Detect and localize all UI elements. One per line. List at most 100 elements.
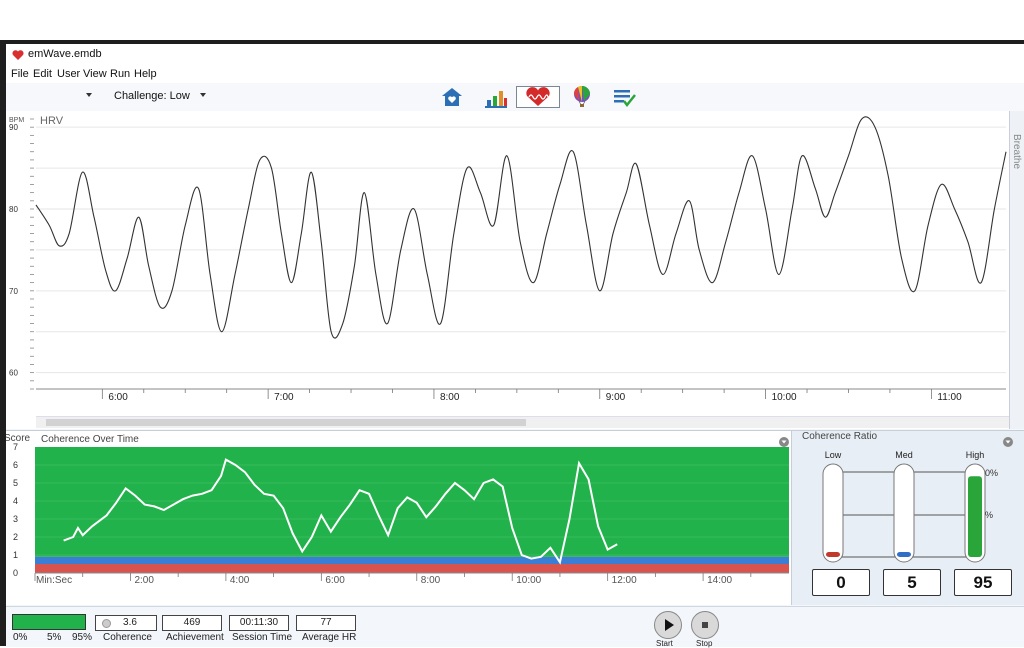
low-ratio-value: 0 <box>812 569 870 596</box>
med-thermometer <box>893 463 915 563</box>
bar-label-5: 5% <box>47 632 62 643</box>
coherence-xtick-label: Min:Sec <box>36 575 72 586</box>
stop-button[interactable] <box>691 611 719 639</box>
thermometer-tube <box>893 463 915 563</box>
coherence-panel: Score Coherence Over Time 7 6 5 4 3 2 1 0 Min:S… <box>4 430 791 605</box>
scrollbar-thumb[interactable] <box>46 419 526 426</box>
hrv-xtick-label: 9:00 <box>606 392 626 403</box>
session-time-label: Session Time <box>232 632 293 643</box>
ratio-high-label: High <box>966 450 985 460</box>
status-dot-icon <box>102 619 111 628</box>
average-hr-field: 77 <box>296 615 356 631</box>
chart-icon <box>485 91 507 108</box>
checklist-icon <box>614 90 636 108</box>
games-button[interactable] <box>564 85 600 109</box>
hrv-ytick-label: 80 <box>9 205 18 214</box>
hrv-xtick-label: 7:00 <box>274 392 294 403</box>
chevron-down-icon <box>200 93 206 97</box>
menu-bar: File Edit User View Run Help <box>6 66 1024 83</box>
coherence-xtick-label: 8:00 <box>421 575 441 586</box>
challenge-value: Challenge: Low <box>114 90 190 102</box>
coherence-zone <box>35 564 789 573</box>
home-icon <box>442 88 462 106</box>
menu-user[interactable]: User <box>57 68 80 80</box>
coherence-ratio-panel: Coherence Ratio 100% 50% 0 Low Med High … <box>791 430 1024 605</box>
ratio-med-label: Med <box>895 450 913 460</box>
menu-run[interactable]: Run <box>110 68 130 80</box>
toolbar: Challenge: Low <box>6 83 1024 112</box>
coherence-xtick-label: 14:00 <box>707 575 732 586</box>
hrv-scrollbar[interactable] <box>36 416 1009 428</box>
menu-file[interactable]: File <box>11 68 29 80</box>
coherence-ylabel: Score <box>6 433 31 444</box>
med-ratio-value: 5 <box>883 569 941 596</box>
coherence-xtick-label: 2:00 <box>134 575 154 586</box>
bar-label-0: 0% <box>13 632 28 643</box>
coherence-ytick-label: 2 <box>13 532 18 542</box>
achievement-field: 469 <box>162 615 222 631</box>
coherence-progress-bar <box>12 614 86 630</box>
average-hr-label: Average HR <box>302 632 357 643</box>
user-dropdown[interactable] <box>8 88 96 105</box>
hrv-ytick-label: 60 <box>9 369 18 378</box>
hrv-xtick-label: 11:00 <box>937 392 962 403</box>
breathe-label: Breathe <box>1011 134 1022 170</box>
start-button[interactable] <box>654 611 682 639</box>
hrv-chart: BPM HRV 90807060 6:00 7:00 8:00 9:00 10:00 11… <box>9 115 1007 403</box>
low-thermometer <box>822 463 844 563</box>
coherence-ytick-label: 0 <box>13 568 18 578</box>
coherence-ytick-label: 1 <box>13 550 18 560</box>
coherence-title: Coherence Over Time <box>41 434 139 445</box>
thermometer-tube <box>822 463 844 563</box>
ratio-title: Coherence Ratio <box>802 431 877 442</box>
coherence-ytick-label: 4 <box>13 496 18 506</box>
chevron-down-icon <box>86 93 92 97</box>
hrv-ytick-label: 70 <box>9 287 18 296</box>
menu-edit[interactable]: Edit <box>33 68 52 80</box>
app-window: emWave.emdb File Edit User View Run Help… <box>4 44 1024 648</box>
coherence-value: 3.6 <box>123 617 137 628</box>
coherence-label: Coherence <box>103 632 152 643</box>
coherence-field: 3.6 <box>95 615 157 631</box>
ratio-low-label: Low <box>825 450 842 460</box>
bar-label-95: 95% <box>72 632 93 643</box>
achievement-label: Achievement <box>166 632 224 643</box>
checklist-button[interactable] <box>606 85 642 109</box>
coherence-xtick-label: 12:00 <box>612 575 637 586</box>
menu-view[interactable]: View <box>83 68 107 80</box>
start-label: Start <box>656 639 673 648</box>
coherence-xtick-label: 4:00 <box>230 575 250 586</box>
coherence-xtick-label: 6:00 <box>325 575 345 586</box>
thermometer-fill <box>897 552 911 557</box>
session-time-field: 00:11:30 <box>229 615 289 631</box>
coherence-ytick-label: 6 <box>13 460 18 470</box>
hrv-series-line <box>35 116 1007 339</box>
stop-label: Stop <box>696 639 713 648</box>
balloon-icon <box>573 85 590 107</box>
coherence-zone <box>35 556 789 564</box>
coherence-ytick-label: 3 <box>13 514 18 524</box>
heart-wave-icon <box>526 87 550 106</box>
coherence-chart: Score Coherence Over Time 7 6 5 4 3 2 1 0 Min:S… <box>4 433 789 586</box>
thermometer-fill <box>826 552 840 557</box>
hrv-panel: BPM HRV 90 80 70 60 6:00 7:00 8:00 9:00 10:00 11… <box>6 111 1009 429</box>
coherence-xtick-label: 10:00 <box>516 575 541 586</box>
hrv-xtick-label: 10:00 <box>772 392 797 403</box>
menu-help[interactable]: Help <box>134 68 157 80</box>
session-button[interactable] <box>516 86 560 108</box>
coherence-zone <box>35 447 789 557</box>
thermometer-fill <box>968 476 982 557</box>
window-title: emWave.emdb <box>28 48 102 60</box>
hrv-xtick-label: 8:00 <box>440 392 460 403</box>
high-thermometer <box>964 463 986 563</box>
reports-button[interactable] <box>478 85 514 109</box>
coherence-ytick-label: 5 <box>13 478 18 488</box>
hrv-title: HRV <box>40 115 64 127</box>
challenge-dropdown[interactable]: Challenge: Low <box>114 88 210 105</box>
high-ratio-value: 95 <box>954 569 1012 596</box>
coherence-ytick-label: 7 <box>13 442 18 452</box>
hrv-ytick-label: 90 <box>9 123 18 132</box>
hrv-xtick-label: 6:00 <box>108 392 128 403</box>
home-button[interactable] <box>434 85 470 109</box>
stop-icon <box>702 622 708 628</box>
